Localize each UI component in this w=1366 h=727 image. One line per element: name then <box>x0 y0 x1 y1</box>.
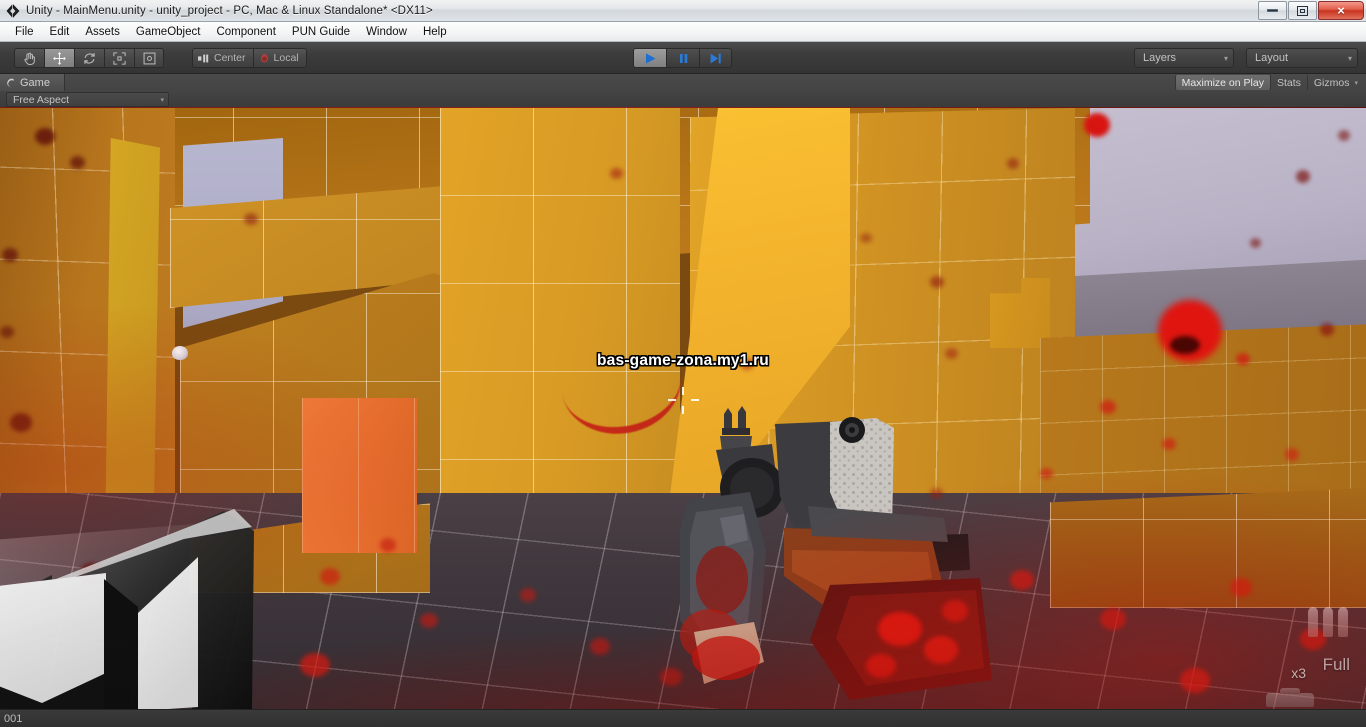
hud-bullet-icons <box>1308 607 1348 637</box>
bullet-icon <box>1308 607 1318 637</box>
pivot-controls-group: Center Local <box>192 48 307 68</box>
menu-bar: File Edit Assets GameObject Component PU… <box>0 22 1366 42</box>
rect-tool[interactable] <box>134 48 164 68</box>
playback-controls-group <box>633 48 732 68</box>
pause-icon <box>679 53 687 63</box>
game-view-subbar: Free Aspect ▾ <box>0 91 1366 108</box>
assault-rifle-viewmodel <box>680 400 1010 709</box>
menu-edit[interactable]: Edit <box>42 24 78 40</box>
layers-label: Layers <box>1143 52 1177 64</box>
gizmos-label: Gizmos <box>1313 76 1350 89</box>
pivot-center-icon <box>198 54 209 62</box>
scale-tool[interactable] <box>104 48 134 68</box>
game-view-icon <box>7 78 14 88</box>
chevron-down-icon: ▾ <box>160 96 164 104</box>
stats-button[interactable]: Stats <box>1269 75 1307 90</box>
play-icon <box>645 52 655 64</box>
unity-icon <box>5 3 23 19</box>
editor-toolbar: Center Local Layers ▾ Layout ▾ <box>0 42 1366 74</box>
pivot-mode-button[interactable]: Center <box>192 48 253 68</box>
menu-help[interactable]: Help <box>415 24 455 40</box>
play-button[interactable] <box>633 48 666 68</box>
hand-tool[interactable] <box>14 48 44 68</box>
bullet-icon <box>1323 607 1333 637</box>
transform-tools-group <box>14 48 164 68</box>
hud-grenade-count: x3 <box>1291 665 1306 681</box>
minimize-icon <box>1267 9 1278 12</box>
tab-game[interactable]: Game <box>0 74 65 91</box>
layout-dropdown[interactable]: Layout ▾ <box>1246 48 1358 68</box>
minimize-button[interactable] <box>1258 1 1287 20</box>
pivot-rotation-label: Local <box>273 52 299 64</box>
window-title: Unity - MainMenu.unity - unity_project -… <box>26 4 433 17</box>
step-button[interactable] <box>699 48 732 68</box>
menu-gameobject[interactable]: GameObject <box>128 24 209 40</box>
unity-logo-watermark <box>0 495 274 709</box>
restore-icon <box>1297 5 1308 16</box>
aspect-ratio-dropdown[interactable]: Free Aspect ▾ <box>6 92 169 107</box>
tab-game-label: Game <box>20 77 50 89</box>
grenade-icon <box>1266 688 1314 707</box>
pivot-mode-label: Center <box>214 52 246 64</box>
maximize-on-play-button[interactable]: Maximize on Play <box>1174 75 1270 90</box>
menu-window[interactable]: Window <box>358 24 415 40</box>
site-watermark: bas-game-zona.my1.ru <box>597 352 769 369</box>
chevron-down-icon: ▾ <box>1223 53 1228 63</box>
layout-label: Layout <box>1255 52 1289 64</box>
menu-file[interactable]: File <box>7 24 42 40</box>
move-tool[interactable] <box>44 48 74 68</box>
game-view-canvas[interactable]: bas-game-zona.my1.ru Full x3 <box>0 108 1366 709</box>
bullet-icon <box>1338 607 1348 637</box>
game-view-right-controls: Maximize on Play Stats Gizmos ▾ <box>1174 74 1364 91</box>
toolbar-right-dropdowns: Layers ▾ Layout ▾ <box>1134 48 1358 68</box>
restore-button[interactable] <box>1288 1 1317 20</box>
close-icon: × <box>1337 3 1345 18</box>
unity-editor-window: Unity - MainMenu.unity - unity_project -… <box>0 0 1366 727</box>
status-bar[interactable]: 001 <box>0 709 1366 727</box>
title-bar: Unity - MainMenu.unity - unity_project -… <box>0 0 1366 22</box>
maximize-on-play-label: Maximize on Play <box>1181 76 1264 89</box>
aspect-ratio-label: Free Aspect <box>13 93 70 106</box>
layers-dropdown[interactable]: Layers ▾ <box>1134 48 1234 68</box>
gizmos-button[interactable]: Gizmos ▾ <box>1306 75 1364 90</box>
pivot-rotation-button[interactable]: Local <box>252 48 307 68</box>
pause-button[interactable] <box>666 48 699 68</box>
stats-label: Stats <box>1276 76 1301 89</box>
chevron-down-icon: ▾ <box>1347 53 1352 63</box>
close-button[interactable]: × <box>1318 1 1364 20</box>
hud-ammo-state: Full <box>1322 655 1350 674</box>
menu-component[interactable]: Component <box>208 24 283 40</box>
hud-ammo-panel: Full <box>1268 607 1354 679</box>
rotate-tool[interactable] <box>74 48 104 68</box>
step-icon <box>710 53 721 63</box>
game-view-header: Game Free Aspect ▾ Maximize on Play Stat… <box>0 74 1366 162</box>
window-controls: × <box>1257 0 1364 22</box>
local-rotation-icon <box>260 53 268 62</box>
menu-assets[interactable]: Assets <box>77 24 128 40</box>
chevron-down-icon: ▾ <box>1354 79 1358 87</box>
menu-pun-guide[interactable]: PUN Guide <box>284 24 358 40</box>
status-text: 001 <box>4 712 23 725</box>
